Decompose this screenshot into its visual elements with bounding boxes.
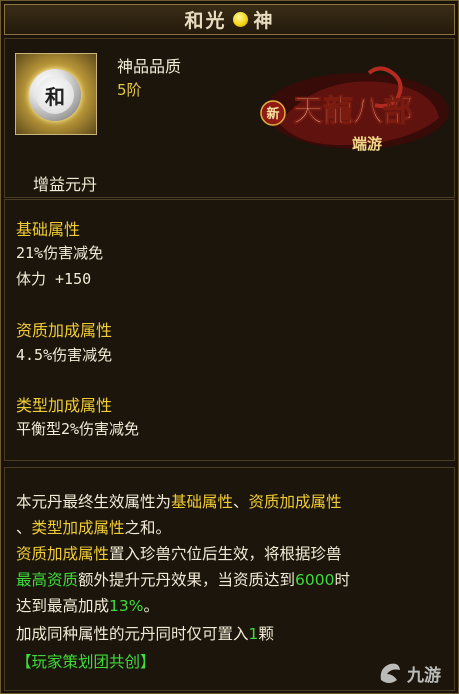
desc-line-1: 本元丹最终生效属性为基础属性、资质加成属性 [16, 493, 342, 511]
logo-name: 天龍八部 [293, 94, 413, 129]
watermark-text: 九游 [407, 665, 441, 686]
attributes-panel: 基础属性 21%伤害减免 体力 +150 资质加成属性 4.5%伤害减免 类型加… [4, 199, 455, 461]
base-attr-line: 体力 +150 [16, 270, 92, 288]
desc-line-4: 最高资质额外提升元丹效果，当资质达到6000时 [16, 571, 350, 589]
aptitude-attr-line: 4.5%伤害减免 [16, 346, 113, 364]
item-title: 和光 神 [4, 4, 455, 35]
item-header-panel: 和 神品品质 5阶 新 天龍八部 端游 增益元丹 [4, 38, 455, 198]
logo-new: 新 [266, 106, 279, 122]
desc-line-3: 资质加成属性置入珍兽穴位后生效，将根据珍兽 [16, 545, 342, 563]
desc-line-2: 、类型加成属性之和。 [16, 519, 172, 537]
logo-sub: 端游 [352, 135, 382, 153]
base-attr-line: 21%伤害减免 [16, 244, 104, 262]
quality-label: 神品品质 [117, 57, 182, 76]
base-attr-title: 基础属性 [16, 220, 81, 239]
type-attr-title: 类型加成属性 [16, 396, 113, 415]
title-dot-icon [232, 12, 248, 27]
aptitude-attr-title: 资质加成属性 [16, 321, 113, 340]
type-attr-line: 平衡型2%伤害减免 [16, 420, 140, 438]
desc-line-5: 达到最高加成13%。 [16, 597, 159, 615]
watermark: 九游 [377, 656, 457, 690]
jiuyou-logo-icon [380, 663, 400, 683]
dan-pill-icon: 和 [29, 69, 81, 121]
promo-tag: 【玩家策划团共创】 [16, 653, 156, 671]
game-logo: 新 天龍八部 端游 [260, 66, 449, 153]
pill-character: 和 [36, 76, 74, 114]
title-left: 和光 [184, 10, 227, 32]
desc-line-6: 加成同种属性的元丹同时仅可置入1颗 [16, 625, 274, 643]
quality-value: 5阶 [117, 81, 142, 99]
item-icon-frame: 和 [15, 53, 97, 135]
item-type: 增益元丹 [33, 175, 98, 194]
item-tooltip: 和光 神 和 神品品质 5阶 新 天龍八部 端游 增益元丹 基础属性 21%伤害… [0, 0, 459, 694]
title-right: 神 [253, 10, 275, 32]
